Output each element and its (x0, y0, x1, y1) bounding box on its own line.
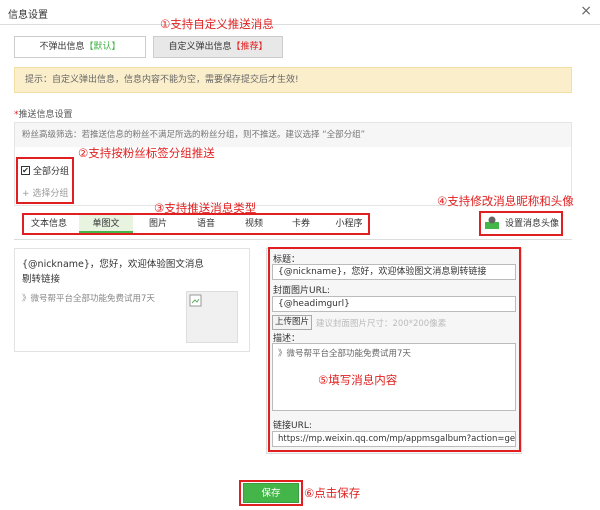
broken-image-icon (189, 294, 202, 307)
tab-no-popup-label: 不弹出信息 (39, 42, 85, 52)
tab-recommend-tag: 【推荐】 (231, 42, 268, 52)
choose-group-link[interactable]: + 选择分组 (22, 186, 68, 199)
fans-filter-desc: 粉丝高级筛选：若推送信息的粉丝不满足所选的粉丝分组，则不推送。建议选择 “全部分… (15, 123, 571, 147)
upload-hint: 建议封面图片尺寸：200*200像素 (316, 319, 447, 329)
type-image[interactable]: 图片 (140, 215, 176, 233)
annotation-5: ⑤填写消息内容 (318, 373, 398, 387)
all-groups-label: 全部分组 (33, 167, 70, 177)
annotation-2: ②支持按粉丝标签分组推送 (78, 146, 215, 160)
preview-title: {@nickname}，您好，欢迎体验图文消息剔转链接 (22, 259, 204, 285)
type-voice[interactable]: 语音 (188, 215, 224, 233)
tab-no-popup[interactable]: 不弹出信息【默认】 (14, 36, 146, 58)
type-news[interactable]: 单图文 (79, 215, 133, 233)
avatar-icon (485, 216, 499, 229)
cover-url-label: 封面图片URL: (273, 286, 330, 296)
type-text[interactable]: 文本信息 (25, 215, 73, 233)
set-avatar-label: 设置消息头像 (505, 219, 560, 229)
close-icon[interactable]: × (580, 3, 592, 19)
tab-custom-popup[interactable]: 自定义弹出信息【推荐】 (153, 36, 283, 58)
annotation-4: ④支持修改消息昵称和头像 (437, 194, 574, 208)
preview-desc: 》微号帮平台全部功能免费试用7天 (22, 294, 155, 304)
upload-image-button[interactable]: 上传图片 (272, 315, 312, 330)
link-url-label: 链接URL: (273, 421, 312, 431)
type-video[interactable]: 视频 (234, 215, 274, 233)
cover-url-input[interactable]: {@headimgurl} (272, 296, 516, 312)
link-url-input[interactable]: https://mp.weixin.qq.com/mp/appmsgalbum?… (272, 431, 516, 447)
type-card[interactable]: 卡券 (283, 215, 319, 233)
dialog-title: 信息设置 (8, 10, 48, 21)
header-divider (0, 24, 600, 25)
tab-custom-popup-label: 自定义弹出信息 (168, 42, 232, 52)
type-miniprogram[interactable]: 小程序 (328, 215, 370, 233)
preview-card: {@nickname}，您好，欢迎体验图文消息剔转链接 》微号帮平台全部功能免费… (14, 248, 250, 352)
push-settings-label: *推送信息设置 (14, 107, 73, 120)
set-avatar-button[interactable]: 设置消息头像 (485, 216, 559, 229)
all-groups-option[interactable]: ✔ 全部分组 (21, 164, 69, 177)
annotation-1: ①支持自定义推送消息 (160, 17, 274, 31)
preview-thumbnail (186, 291, 238, 343)
push-settings-text: 推送信息设置 (18, 110, 73, 120)
annotation-6: ⑥点击保存 (304, 486, 361, 500)
save-button[interactable]: 保存 (243, 483, 299, 503)
checkbox-checked-icon[interactable]: ✔ (21, 166, 30, 175)
title-input[interactable]: {@nickname}，您好，欢迎体验图文消息剔转链接 (272, 264, 516, 280)
tip-banner: 提示：自定义弹出信息，信息内容不能为空，需要保存提交后才生效! (14, 67, 572, 93)
tab-default-tag: 【默认】 (84, 42, 121, 52)
